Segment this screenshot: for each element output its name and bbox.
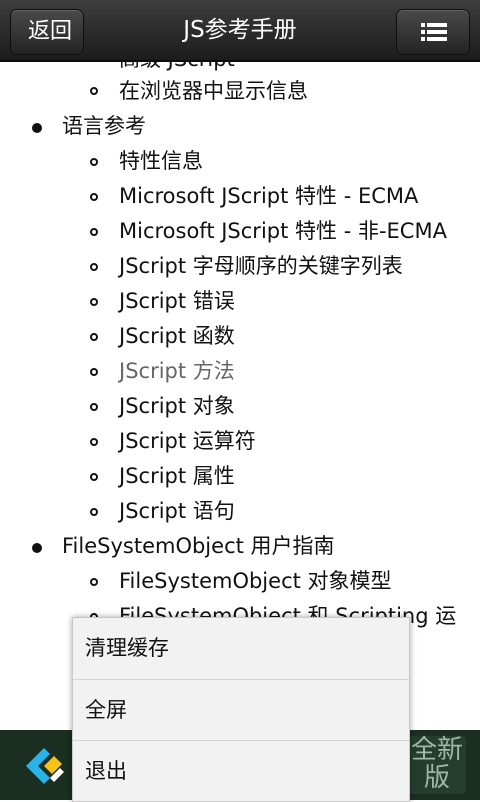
menu-item-fullscreen[interactable]: 全屏 [73, 680, 409, 740]
menu-item-exit[interactable]: 退出 [73, 741, 409, 801]
disc-bullet-icon [32, 123, 42, 133]
top-bar: 返回 JS参考手册 [0, 0, 480, 62]
app-logo-icon [26, 748, 64, 784]
circle-bullet-icon [90, 158, 98, 166]
circle-bullet-icon [90, 298, 98, 306]
list-item[interactable]: JScript 字母顺序的关键字列表 [119, 249, 403, 284]
circle-bullet-icon [90, 228, 98, 236]
list-item[interactable]: JScript 函数 [119, 319, 235, 354]
circle-bullet-icon [90, 263, 98, 271]
circle-bullet-icon [90, 193, 98, 201]
disc-bullet-icon [32, 543, 42, 553]
menu-button[interactable] [396, 9, 470, 55]
circle-bullet-icon [90, 438, 98, 446]
list-item[interactable]: JScript 对象 [119, 389, 235, 424]
list-item[interactable]: 语言参考 [62, 109, 146, 144]
banner-badge: 全新版 [408, 736, 466, 794]
list-item[interactable]: FileSystemObject 用户指南 [62, 529, 335, 564]
circle-bullet-icon [90, 333, 98, 341]
back-button[interactable]: 返回 [10, 9, 84, 55]
list-item[interactable]: JScript 方法 [119, 354, 235, 389]
circle-bullet-icon [90, 368, 98, 376]
list-item[interactable]: 在浏览器中显示信息 [119, 74, 308, 109]
list-item[interactable]: Microsoft JScript 特性 - ECMA [119, 179, 418, 214]
list-item[interactable]: JScript 运算符 [119, 424, 256, 459]
circle-bullet-icon [90, 473, 98, 481]
list-item[interactable]: JScript 错误 [119, 284, 235, 319]
list-item[interactable]: FileSystemObject 对象模型 [119, 564, 392, 599]
list-item[interactable]: JScript 语句 [119, 494, 235, 529]
circle-bullet-icon [90, 87, 98, 95]
list-item[interactable]: 特性信息 [119, 144, 203, 179]
circle-bullet-icon [90, 578, 98, 586]
menu-item-clear-cache[interactable]: 清理缓存 [73, 618, 409, 678]
list-item[interactable]: JScript 属性 [119, 459, 235, 494]
list-item[interactable]: Microsoft JScript 特性 - 非-ECMA [119, 214, 447, 249]
list-menu-icon [421, 23, 447, 41]
options-menu: 清理缓存 全屏 退出 [72, 617, 410, 802]
circle-bullet-icon [90, 508, 98, 516]
page-title: JS参考手册 [183, 17, 297, 43]
circle-bullet-icon [90, 403, 98, 411]
